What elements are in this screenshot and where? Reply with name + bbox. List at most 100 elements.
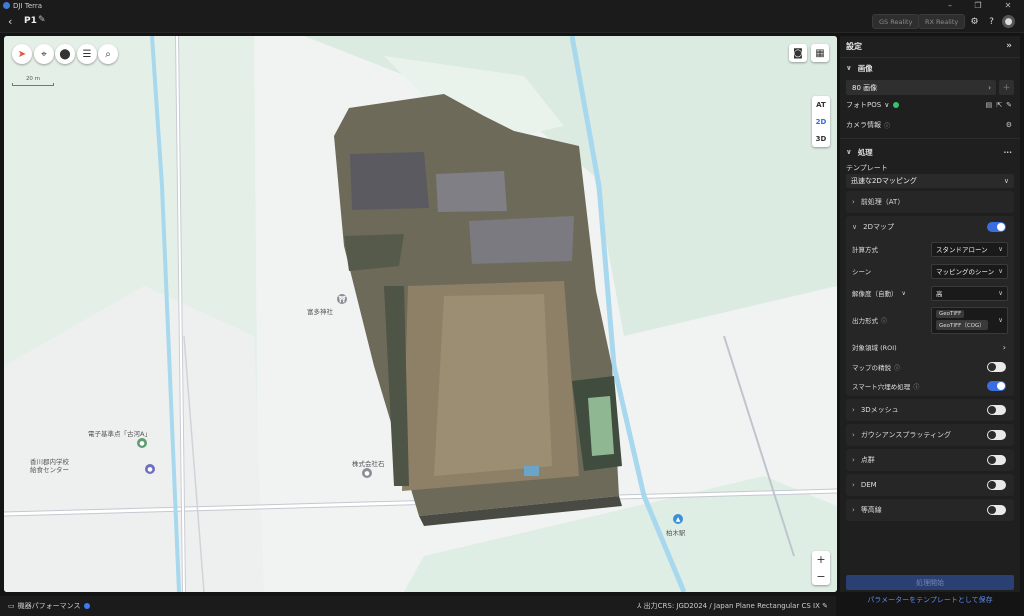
scale-bar: 20 m <box>12 76 54 86</box>
settings-gear-icon[interactable]: ⚙ <box>968 15 981 28</box>
status-ok-icon <box>893 102 900 108</box>
view-at-button[interactable]: AT <box>812 96 830 113</box>
processing-section-label: 処理 <box>857 147 873 157</box>
map-merge-label: マップの精鋭 <box>852 364 891 372</box>
chevron-down-icon: ∨ <box>1003 177 1009 185</box>
zoom-out-button[interactable]: − <box>812 568 830 585</box>
chevron-right-icon: › <box>852 431 855 439</box>
info-icon[interactable]: ⓘ <box>913 382 919 391</box>
resolution-select[interactable]: 高 ∨ <box>931 285 1008 301</box>
scene-label: シーン <box>852 268 872 276</box>
gaussian-toggle[interactable] <box>987 430 1006 440</box>
save-as-template-link[interactable]: パラメーターをテンプレートとして保存 <box>846 594 1014 606</box>
gaussian-card[interactable]: › ガウシアンスプラッティング <box>846 424 1014 446</box>
template-select[interactable]: 迅速な2Dマッピング ∨ <box>846 174 1014 188</box>
poi-center-line2: 給食センター <box>30 466 69 474</box>
collapse-panel-icon[interactable]: » <box>1006 41 1012 51</box>
account-avatar[interactable]: ● <box>1002 15 1015 28</box>
pointcloud-card[interactable]: › 点群 <box>846 449 1014 471</box>
roi-label: 対象領域 (ROI) <box>852 344 897 352</box>
gear-icon[interactable]: ⚙ <box>1006 121 1012 129</box>
processing-section-header[interactable]: ∨ 処理 ··· <box>840 142 1020 162</box>
dem-toggle[interactable] <box>987 480 1006 490</box>
contour-label: 等高線 <box>860 506 882 514</box>
smart-fill-toggle[interactable] <box>987 381 1006 391</box>
images-section-header[interactable]: ∨ 画像 <box>840 58 1020 78</box>
locate-icon[interactable]: ⌖ <box>34 44 54 64</box>
image-count-button[interactable]: 80 画像 › <box>846 80 996 95</box>
document-icon[interactable]: ▤ <box>986 101 993 109</box>
view-3d-button[interactable]: 3D <box>812 130 830 147</box>
chevron-down-icon[interactable]: ∨ <box>884 101 889 109</box>
calc-method-row: 計算方式 スタンドアローン ∨ <box>846 238 1014 260</box>
gs-reality-button[interactable]: GS Reality <box>872 14 920 29</box>
layers-icon[interactable]: ▦ <box>811 44 829 62</box>
info-icon[interactable]: ⓘ <box>881 316 887 325</box>
app-window: DJI Terra – ❐ ✕ ‹ P1 ✎ GS Reality RX Rea… <box>0 0 1024 616</box>
pointcloud-toggle[interactable] <box>987 455 1006 465</box>
photo-pos-dropdown[interactable]: フォトPOS <box>846 100 881 110</box>
chevron-right-icon: › <box>988 83 991 92</box>
chevron-right-icon: › <box>852 406 855 414</box>
chevron-down-icon: ∨ <box>846 64 852 72</box>
shrine-pin-icon[interactable]: ⛩ <box>337 294 347 304</box>
edit-icon[interactable]: ✎ <box>1006 101 1012 109</box>
map-pin-icon[interactable]: ⬤ <box>55 44 75 64</box>
marker-pin-icon[interactable]: ● <box>137 438 147 448</box>
compass-icon[interactable]: ➤ <box>12 44 32 64</box>
map-view[interactable]: ➤ ⌖ ⬤ ☰ ⌕ 20 m ◙ ▦ AT 2D 3D + − ⛩ 富多神社 電… <box>4 36 837 592</box>
zoom-in-button[interactable]: + <box>812 551 830 568</box>
add-image-button[interactable]: + <box>999 80 1014 95</box>
map2d-header[interactable]: ∨ 2Dマップ <box>846 216 1014 238</box>
more-icon[interactable]: ··· <box>1003 148 1012 157</box>
mesh3d-toggle[interactable] <box>987 405 1006 415</box>
contour-toggle[interactable] <box>987 505 1006 515</box>
gaussian-label: ガウシアンスプラッティング <box>860 431 951 439</box>
info-icon[interactable]: ⓘ <box>884 121 890 130</box>
project-header: ‹ P1 ✎ GS Reality RX Reality ⚙ ? ● <box>0 11 1024 33</box>
camera-icon[interactable]: ◙ <box>789 44 807 62</box>
status-indicator-icon <box>83 603 90 609</box>
scene-select[interactable]: マッピングのシーン ∨ <box>931 263 1008 279</box>
close-icon[interactable]: ✕ <box>994 0 1022 11</box>
map-merge-toggle[interactable] <box>987 362 1006 372</box>
export-icon[interactable]: ⇱ <box>996 101 1002 109</box>
roi-row[interactable]: 対象領域 (ROI) › <box>846 336 1014 358</box>
contour-card[interactable]: › 等高線 <box>846 499 1014 521</box>
edit-crs-icon[interactable]: ✎ <box>822 602 828 610</box>
resolution-value: 高 <box>936 290 943 298</box>
output-format-select[interactable]: GeoTIFF GeoTIFF（COG） ∨ <box>931 306 1008 334</box>
view-2d-button[interactable]: 2D <box>812 113 830 130</box>
title-bar: DJI Terra – ❐ ✕ <box>0 0 1024 11</box>
map2d-toggle[interactable] <box>987 222 1006 232</box>
dem-card[interactable]: › DEM <box>846 474 1014 496</box>
chevron-down-icon[interactable]: ∨ <box>902 290 906 297</box>
ortho-field-center <box>434 294 552 476</box>
mesh3d-card[interactable]: › 3Dメッシュ <box>846 399 1014 421</box>
panel-title: 設定 <box>846 42 862 51</box>
maximize-icon[interactable]: ❐ <box>964 0 992 11</box>
ortho-trees <box>344 234 404 271</box>
preprocess-card[interactable]: › 前処理（AT） <box>846 191 1014 213</box>
school-pin-icon[interactable]: ● <box>145 464 155 474</box>
calc-method-select[interactable]: スタンドアローン ∨ <box>931 241 1008 257</box>
rx-reality-button[interactable]: RX Reality <box>918 14 966 29</box>
scene-row: シーン マッピングのシーン ∨ <box>846 260 1014 282</box>
info-icon[interactable]: ⓘ <box>894 363 900 372</box>
list-icon[interactable]: ☰ <box>77 44 97 64</box>
scene-value: マッピングのシーン <box>936 268 995 276</box>
station-pin-icon[interactable]: ▲ <box>673 514 683 524</box>
format-chip-geotiff: GeoTIFF <box>936 309 965 318</box>
company-pin-icon[interactable]: ● <box>362 468 372 478</box>
poi-station: 柏木駅 <box>666 529 686 537</box>
edit-name-icon[interactable]: ✎ <box>38 15 46 25</box>
start-processing-button[interactable]: 処理開始 <box>846 575 1014 590</box>
poi-company: 株式会社石 <box>352 460 385 468</box>
zoom-control: + − <box>812 551 830 585</box>
camera-info-row: カメラ情報 ⓘ ⚙ <box>840 115 1020 135</box>
search-icon[interactable]: ⌕ <box>98 44 118 64</box>
back-icon[interactable]: ‹ <box>8 15 12 28</box>
minimize-icon[interactable]: – <box>936 0 964 11</box>
help-icon[interactable]: ? <box>985 15 998 28</box>
device-performance-label[interactable]: 機器パフォーマンス <box>18 601 81 611</box>
